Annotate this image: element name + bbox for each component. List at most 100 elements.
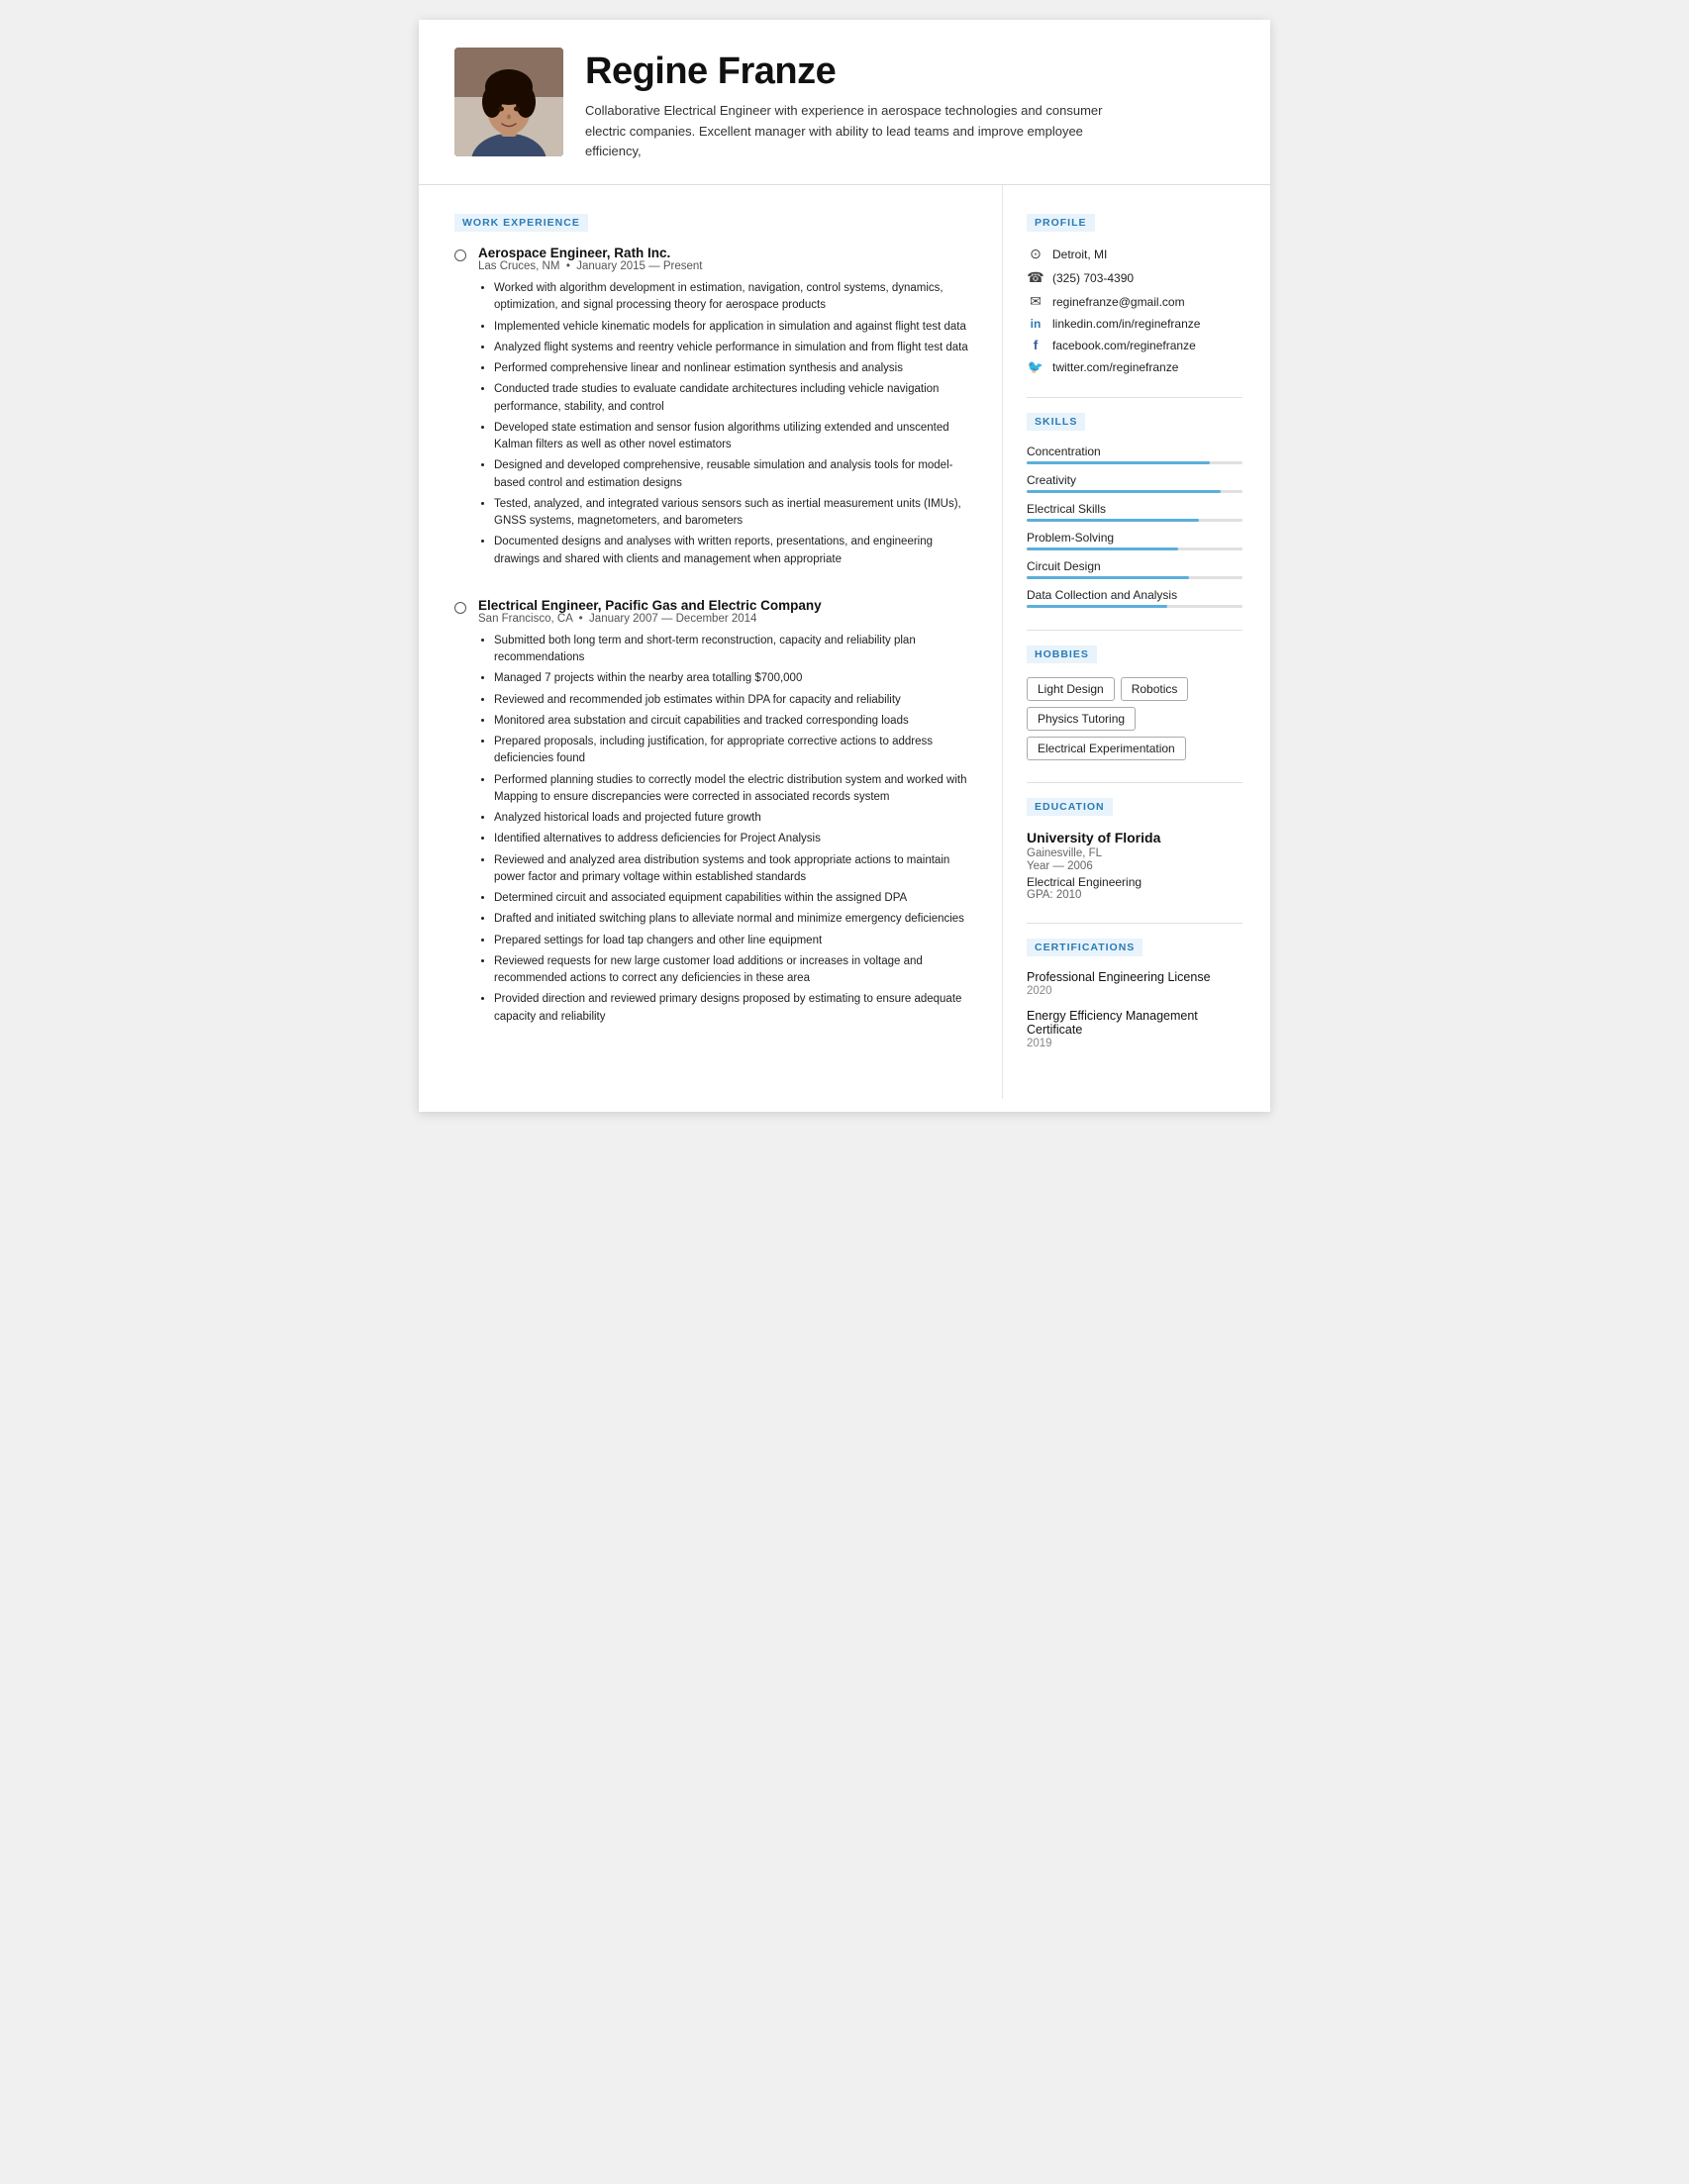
- skill-bar-fill-1: [1027, 490, 1221, 493]
- facebook-icon: f: [1027, 338, 1044, 352]
- bullet: Determined circuit and associated equipm…: [494, 890, 974, 907]
- skill-bar-bg-3: [1027, 547, 1242, 550]
- bullet: Conducted trade studies to evaluate cand…: [494, 381, 974, 416]
- cert-year-0: 2020: [1027, 985, 1242, 997]
- profile-photo: [454, 48, 563, 156]
- skill-bar-bg-0: [1027, 461, 1242, 464]
- cert-item-1: Energy Efficiency Management Certificate…: [1027, 1009, 1242, 1049]
- bullet: Implemented vehicle kinematic models for…: [494, 319, 974, 336]
- bullet: Performed comprehensive linear and nonli…: [494, 360, 974, 377]
- skill-bar-fill-3: [1027, 547, 1178, 550]
- skill-bar-fill-0: [1027, 461, 1210, 464]
- cert-name-0: Professional Engineering License: [1027, 970, 1242, 984]
- divider-3: [1027, 782, 1242, 783]
- skill-item-3: Problem-Solving: [1027, 531, 1242, 550]
- skill-item-0: Concentration: [1027, 445, 1242, 464]
- twitter-icon: 🐦: [1027, 359, 1044, 375]
- job-title-1: Aerospace Engineer, Rath Inc.: [478, 246, 974, 260]
- edu-school: University of Florida: [1027, 830, 1242, 845]
- bullet: Provided direction and reviewed primary …: [494, 991, 974, 1026]
- hobby-tag-2: Physics Tutoring: [1027, 707, 1136, 731]
- profile-facebook: f facebook.com/reginefranze: [1027, 338, 1242, 352]
- bullet: Monitored area substation and circuit ca…: [494, 713, 974, 730]
- skill-name-4: Circuit Design: [1027, 559, 1242, 573]
- hobbies-section: HOBBIES Light Design Robotics Physics Tu…: [1027, 645, 1242, 760]
- profile-section: PROFILE ⊙ Detroit, MI ☎ (325) 703-4390 ✉…: [1027, 213, 1242, 375]
- education-section: EDUCATION University of Florida Gainesvi…: [1027, 797, 1242, 901]
- right-column: PROFILE ⊙ Detroit, MI ☎ (325) 703-4390 ✉…: [1003, 185, 1270, 1099]
- profile-twitter: 🐦 twitter.com/reginefranze: [1027, 359, 1242, 375]
- email-icon: ✉: [1027, 293, 1044, 310]
- skill-bar-fill-2: [1027, 519, 1199, 522]
- edu-gpa: GPA: 2010: [1027, 889, 1242, 901]
- edu-year: Year — 2006: [1027, 860, 1242, 872]
- location-icon: ⊙: [1027, 246, 1044, 262]
- bullet: Performed planning studies to correctly …: [494, 772, 974, 807]
- hobbies-title: HOBBIES: [1027, 645, 1097, 663]
- skill-name-0: Concentration: [1027, 445, 1242, 458]
- skill-name-5: Data Collection and Analysis: [1027, 588, 1242, 602]
- skill-bar-bg-2: [1027, 519, 1242, 522]
- hobby-tag-0: Light Design: [1027, 677, 1115, 701]
- edu-field: Electrical Engineering: [1027, 875, 1242, 889]
- bullet: Analyzed historical loads and projected …: [494, 810, 974, 827]
- certifications-title: CERTIFICATIONS: [1027, 939, 1143, 956]
- divider-4: [1027, 923, 1242, 924]
- bullet: Reviewed and analyzed area distribution …: [494, 852, 974, 887]
- hobbies-grid: Light Design Robotics Physics Tutoring E…: [1027, 677, 1242, 760]
- skill-item-2: Electrical Skills: [1027, 502, 1242, 522]
- skill-bar-fill-5: [1027, 605, 1167, 608]
- bullet: Prepared proposals, including justificat…: [494, 734, 974, 768]
- certifications-section: CERTIFICATIONS Professional Engineering …: [1027, 938, 1242, 1049]
- job-dot-2: [454, 602, 466, 1030]
- skill-name-3: Problem-Solving: [1027, 531, 1242, 545]
- resume-body: WORK EXPERIENCE Aerospace Engineer, Rath…: [419, 185, 1270, 1099]
- phone-icon: ☎: [1027, 269, 1044, 286]
- bullet: Documented designs and analyses with wri…: [494, 534, 974, 568]
- work-experience-title: WORK EXPERIENCE: [454, 214, 588, 232]
- profile-location: ⊙ Detroit, MI: [1027, 246, 1242, 262]
- resume-header: Regine Franze Collaborative Electrical E…: [419, 20, 1270, 185]
- skill-item-4: Circuit Design: [1027, 559, 1242, 579]
- skill-bar-bg-4: [1027, 576, 1242, 579]
- skill-name-2: Electrical Skills: [1027, 502, 1242, 516]
- hobby-tag-1: Robotics: [1121, 677, 1189, 701]
- edu-city: Gainesville, FL: [1027, 847, 1242, 859]
- bullet: Submitted both long term and short-term …: [494, 633, 974, 667]
- bullet: Reviewed and recommended job estimates w…: [494, 692, 974, 709]
- job-dot-1: [454, 249, 466, 572]
- job-title-2: Electrical Engineer, Pacific Gas and Ele…: [478, 598, 974, 613]
- profile-title: PROFILE: [1027, 214, 1095, 232]
- job-bullets-1: Worked with algorithm development in est…: [478, 280, 974, 568]
- cert-year-1: 2019: [1027, 1038, 1242, 1049]
- bullet: Designed and developed comprehensive, re…: [494, 457, 974, 492]
- resume-container: Regine Franze Collaborative Electrical E…: [419, 20, 1270, 1112]
- divider-2: [1027, 630, 1242, 631]
- left-column: WORK EXPERIENCE Aerospace Engineer, Rath…: [419, 185, 1003, 1099]
- skill-item-1: Creativity: [1027, 473, 1242, 493]
- bullet: Reviewed requests for new large customer…: [494, 953, 974, 988]
- candidate-name: Regine Franze: [585, 51, 1235, 93]
- skill-name-1: Creativity: [1027, 473, 1242, 487]
- cert-name-1: Energy Efficiency Management Certificate: [1027, 1009, 1242, 1037]
- bullet: Prepared settings for load tap changers …: [494, 933, 974, 949]
- skill-bar-fill-4: [1027, 576, 1189, 579]
- skills-title: SKILLS: [1027, 413, 1085, 431]
- bullet: Identified alternatives to address defic…: [494, 831, 974, 847]
- education-title: EDUCATION: [1027, 798, 1113, 816]
- profile-email: ✉ reginefranze@gmail.com: [1027, 293, 1242, 310]
- cert-item-0: Professional Engineering License 2020: [1027, 970, 1242, 997]
- skill-item-5: Data Collection and Analysis: [1027, 588, 1242, 608]
- bullet: Developed state estimation and sensor fu…: [494, 420, 974, 454]
- bullet: Managed 7 projects within the nearby are…: [494, 670, 974, 687]
- skill-bar-bg-5: [1027, 605, 1242, 608]
- divider-1: [1027, 397, 1242, 398]
- hobby-tag-3: Electrical Experimentation: [1027, 737, 1186, 760]
- linkedin-icon: in: [1027, 317, 1044, 331]
- job-content-1: Aerospace Engineer, Rath Inc. Las Cruces…: [478, 246, 974, 572]
- candidate-tagline: Collaborative Electrical Engineer with e…: [585, 101, 1140, 162]
- job-content-2: Electrical Engineer, Pacific Gas and Ele…: [478, 598, 974, 1030]
- bullet: Tested, analyzed, and integrated various…: [494, 496, 974, 531]
- profile-phone: ☎ (325) 703-4390: [1027, 269, 1242, 286]
- bullet: Worked with algorithm development in est…: [494, 280, 974, 315]
